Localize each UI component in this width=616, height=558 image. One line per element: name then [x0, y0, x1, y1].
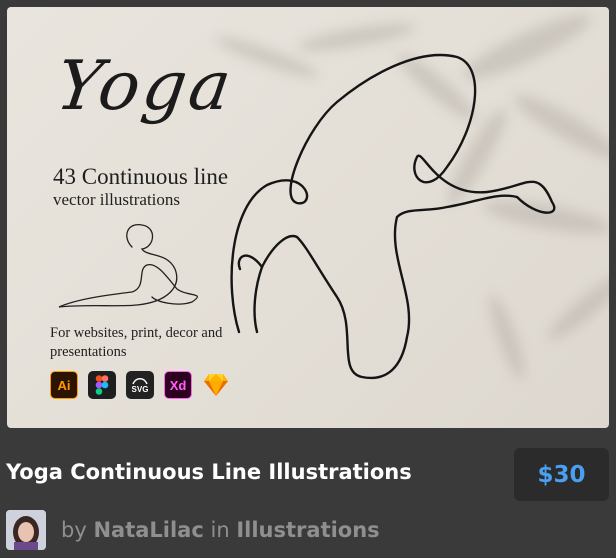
- category-link[interactable]: Illustrations: [236, 518, 379, 542]
- preview-script-title: Yoga: [51, 47, 239, 126]
- svg-icon: SVG: [126, 371, 154, 399]
- figma-icon: [88, 371, 116, 399]
- product-preview-image[interactable]: Yoga 43 Continuous line vector illustrat…: [7, 7, 609, 428]
- illustrator-icon: Ai: [50, 371, 78, 399]
- price-button[interactable]: $30: [514, 448, 609, 501]
- author-byline: by NataLilac in Illustrations: [61, 518, 380, 542]
- preview-headline: 43 Continuous line: [53, 164, 229, 189]
- product-title[interactable]: Yoga Continuous Line Illustrations: [6, 460, 412, 484]
- preview-uses-text: For websites, print, decor and presentat…: [50, 325, 223, 360]
- xd-icon: Xd: [164, 371, 192, 399]
- format-icons: Ai SVG Xd: [50, 371, 230, 399]
- byline-prefix: by: [61, 518, 87, 542]
- author-avatar[interactable]: [6, 510, 46, 550]
- preview-subline: vector illustrations: [53, 190, 181, 209]
- sketch-icon: [202, 371, 230, 399]
- small-yoga-figure: [58, 224, 199, 308]
- author-link[interactable]: NataLilac: [93, 518, 203, 542]
- byline-in: in: [210, 518, 230, 542]
